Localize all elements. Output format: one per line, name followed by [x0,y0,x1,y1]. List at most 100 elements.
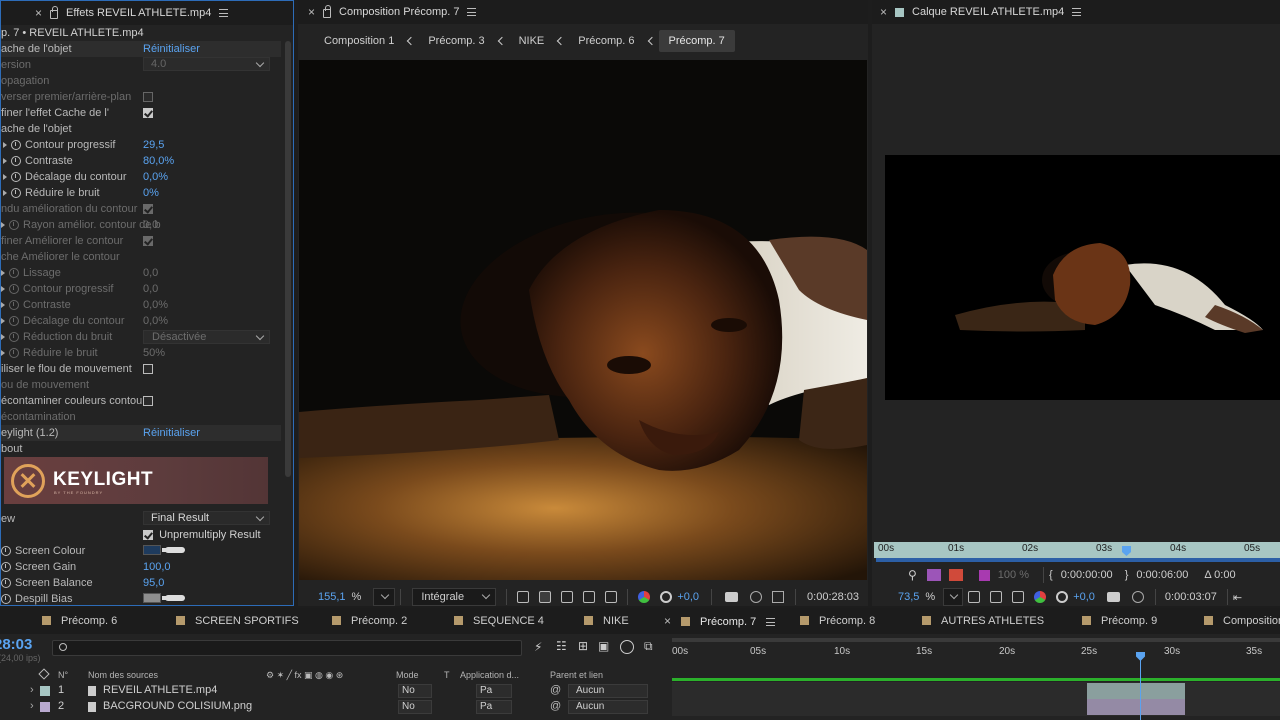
work-area-bar[interactable] [672,638,1280,642]
effect-property-row[interactable]: Screen Balance 95,0 [1,575,281,591]
col-source-name[interactable]: Nom des sources [88,670,158,680]
onion-skin-icon[interactable] [926,569,941,581]
effect-property-row[interactable]: Lissage 0,0 [1,265,281,281]
effect-property-row[interactable]: ersion 4.0 [1,57,281,73]
out-time[interactable]: 0:00:06:00 [1136,569,1188,581]
zoom-dropdown[interactable] [943,588,964,606]
pickwhip-icon[interactable]: @ [550,684,561,696]
comp-timecode[interactable]: 0:00:28:03 [807,591,859,603]
mask-visibility-icon[interactable] [990,591,1003,603]
property-value[interactable]: 0% [143,185,159,201]
property-value[interactable]: Réinitialiser [143,425,200,441]
layer-opacity[interactable]: 100 % [998,569,1029,581]
layer-2-duration-bar[interactable] [1087,699,1185,715]
despill-bias-swatch[interactable] [143,593,185,605]
breadcrumb-item-active[interactable]: Précomp. 7 [658,30,735,52]
transparency-grid-icon[interactable] [968,591,981,603]
property-value[interactable]: 80,0% [143,153,174,169]
col-apply[interactable]: Application d... [460,670,519,680]
mask-visibility-icon[interactable] [561,591,574,603]
show-snapshot-icon[interactable] [1131,591,1144,603]
effects-tab[interactable]: × Effets REVEIL ATHLETE.mp4 [1,1,293,25]
snapshot-icon[interactable] [725,592,739,602]
frame-blending-icon[interactable]: ⊞ [578,639,588,653]
timeline-tab[interactable]: Précomp. 9 [1082,608,1157,634]
in-point-icon[interactable]: { [1049,569,1053,581]
effect-property-row[interactable]: Réduire le bruit 0% [1,185,281,201]
menu-icon[interactable] [219,9,229,17]
3d-view-icon[interactable] [605,591,618,603]
zoom-dropdown[interactable] [373,588,396,606]
property-value[interactable]: 0,0% [143,297,168,313]
breadcrumb-item[interactable]: Précomp. 3 [418,30,494,52]
effect-property-row[interactable]: écontamination [1,409,281,425]
property-checkbox[interactable] [143,105,153,121]
composition-tab[interactable]: × Composition Précomp. 7 [298,0,868,24]
property-value[interactable]: 50% [143,345,165,361]
out-point-icon[interactable]: } [1125,569,1129,581]
layer-viewer[interactable] [885,155,1280,400]
in-time[interactable]: 0:00:00:00 [1061,569,1113,581]
lock-icon[interactable] [323,5,332,18]
layer-1-duration-bar[interactable] [1087,683,1185,699]
effect-property-row[interactable]: bout [1,441,281,457]
timeline-search-input[interactable] [52,640,522,656]
timeline-tab[interactable]: SEQUENCE 4 [454,608,544,634]
effect-property-row[interactable]: Rayon amélior. contour de b 0,0 [1,217,281,233]
stopwatch-icon[interactable] [11,156,21,167]
copy-frame-icon[interactable] [772,591,785,603]
property-checkbox[interactable] [143,361,153,377]
effect-property-row[interactable]: verser premier/arrière-plan [1,89,281,105]
table-row[interactable]: › 1 REVEIL ATHLETE.mp4 No Pa @ Aucun [0,683,668,699]
resolution-dropdown[interactable]: Intégrale [412,588,497,606]
timeline-tab[interactable]: NIKE [584,608,629,634]
exposure-value[interactable]: +0,0 [1073,591,1095,603]
timeline-tab[interactable]: Précomp. 2 [332,608,407,634]
property-checkbox[interactable]: Unpremultiply Result [143,527,261,543]
expand-icon[interactable]: › [30,684,34,696]
layer-playhead-icon[interactable] [1122,546,1131,556]
close-icon[interactable]: × [880,5,887,19]
breadcrumb-item[interactable]: Composition 1 [314,30,404,52]
timeline-tab[interactable]: Composition [1204,608,1280,634]
effect-property-row[interactable]: ache de l'objet [1,121,281,137]
breadcrumb-item[interactable]: Précomp. 6 [568,30,644,52]
lock-icon[interactable] [50,6,59,19]
property-value[interactable]: 95,0 [143,575,164,591]
shy-layers-icon[interactable]: ☷ [556,639,567,653]
effect-property-row[interactable]: Contour progressif 29,5 [1,137,281,153]
layer-tab[interactable]: × Calque REVEIL ATHLETE.mp4 [872,0,1280,24]
layer-name[interactable]: REVEIL ATHLETE.mp4 [103,684,217,696]
composition-viewer[interactable] [299,60,867,580]
motion-blur-icon[interactable]: ▣ [598,639,609,653]
timeline-tab[interactable]: AUTRES ATHLETES [922,608,1044,634]
menu-icon[interactable] [1072,8,1082,16]
show-snapshot-icon[interactable] [750,591,763,603]
track-matte-dropdown[interactable]: Pa [476,700,512,714]
timeline-ruler[interactable]: 00s 05s 10s 15s 20s 25s 30s 35s [670,642,1280,666]
stopwatch-icon[interactable] [1,562,11,573]
stopwatch-icon[interactable] [9,268,19,279]
layer-name[interactable]: BACGROUND COLISIUM.png [103,700,252,712]
transparency-grid-icon[interactable] [539,591,552,603]
breadcrumb-item[interactable]: NIKE [509,30,555,52]
mode-dropdown[interactable]: No [398,700,432,714]
expand-icon[interactable] [3,174,7,181]
view-options-icon[interactable]: ⇤ [1233,591,1242,604]
parent-dropdown[interactable]: Aucun [568,684,648,698]
effect-property-row[interactable]: Screen Colour [1,543,281,559]
property-value[interactable]: 0,0% [143,169,168,185]
effect-property-row[interactable]: eylight (1.2) Réinitialiser [1,425,281,441]
property-value[interactable]: 100,0 [143,559,171,575]
property-checkbox[interactable] [143,89,153,105]
motion-path-icon[interactable]: ⚲ [908,568,917,582]
expand-icon[interactable] [3,158,7,165]
channel-color-icon[interactable] [978,569,990,581]
effect-property-row[interactable]: Décalage du contour 0,0% [1,169,281,185]
effect-property-row[interactable]: che Améliorer le contour [1,249,281,265]
stopwatch-icon[interactable] [1,546,11,557]
stopwatch-icon[interactable] [1,578,11,589]
property-dropdown[interactable]: 4.0 [143,57,270,71]
color-channels-icon[interactable] [638,591,651,603]
expand-icon[interactable]: › [30,700,34,712]
